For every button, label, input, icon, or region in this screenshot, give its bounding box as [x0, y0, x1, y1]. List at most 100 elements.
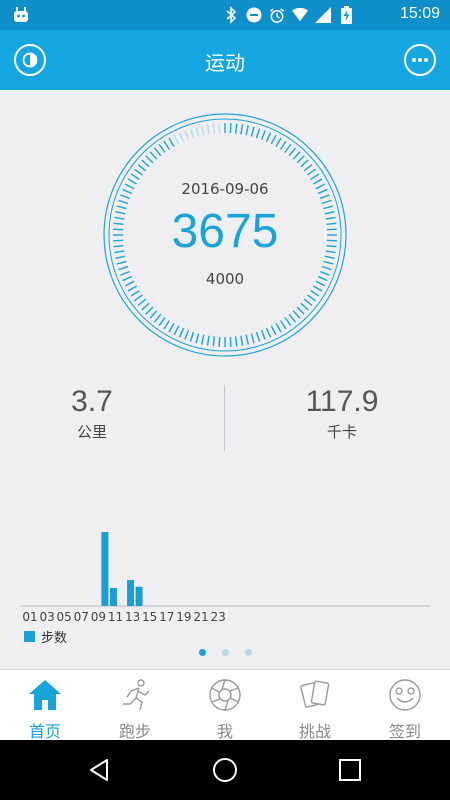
ring-tick-filled	[255, 331, 261, 342]
ring-tick-filled	[141, 302, 150, 311]
ring-tick-filled	[279, 140, 287, 150]
chart-bar[interactable]	[135, 586, 143, 606]
ring-tick-filled	[260, 130, 266, 141]
home-circle-icon[interactable]	[211, 756, 239, 784]
distance-stat: 3.7 公里	[22, 385, 162, 442]
ring-tick-filled	[141, 159, 150, 168]
step-goal: 4000	[205, 270, 245, 288]
battery-charging-icon	[338, 6, 354, 24]
ring-tick-filled	[234, 336, 238, 347]
ring-tick-filled	[250, 126, 255, 137]
ring-tick-filled	[173, 325, 180, 336]
chart-bar[interactable]	[109, 588, 117, 606]
distance-value: 3.7	[71, 385, 113, 418]
tab-me-label: 我	[216, 722, 233, 741]
ring-tick-filled	[245, 334, 249, 345]
ring-tick-filled	[288, 147, 297, 157]
ring-tick-filled	[250, 333, 255, 344]
chart-plot: 01 03 05 07 09 11 13 15 17 19 21 23	[20, 532, 430, 624]
calories-unit: 千卡	[326, 423, 357, 441]
page-dot[interactable]	[221, 649, 229, 656]
ring-tick-filled	[133, 168, 143, 176]
bottom-tab-bar: 首页 跑步 我 挑战 签到	[0, 669, 450, 741]
ring-tick-empty	[218, 123, 221, 134]
ring-tick-filled	[245, 125, 249, 136]
ring-tick-filled	[255, 128, 261, 139]
page-dot[interactable]	[244, 649, 252, 656]
ring-tick-filled	[195, 333, 200, 344]
page-indicator	[0, 649, 450, 659]
ring-tick-filled	[284, 317, 292, 327]
tab-me[interactable]: 我	[180, 670, 270, 741]
ring-tick-filled	[265, 132, 272, 143]
chart-legend: 步数	[24, 628, 67, 646]
ring-tick-filled	[229, 123, 232, 134]
android-notification-icon	[14, 7, 28, 22]
tab-running-label: 跑步	[118, 722, 151, 741]
ring-tick-filled	[145, 306, 154, 315]
ring-tick-empty	[178, 132, 185, 143]
x-tick-label: 19	[176, 610, 191, 624]
x-tick-label: 09	[91, 610, 106, 624]
ring-tick-filled	[292, 310, 301, 319]
ring-tick-filled	[153, 313, 162, 323]
ring-tick-filled	[300, 302, 309, 311]
ring-tick-filled	[275, 137, 282, 148]
signal-icon	[315, 6, 331, 24]
chart-bar[interactable]	[101, 532, 109, 606]
smiley-icon	[389, 679, 421, 711]
tab-challenge[interactable]: 挑战	[270, 670, 360, 741]
ring-tick-filled	[168, 322, 175, 333]
ring-tick-filled	[310, 173, 320, 181]
hourly-steps-chart[interactable]: 01 03 05 07 09 11 13 15 17 19 21 23 步数	[0, 490, 450, 650]
back-icon[interactable]	[86, 756, 114, 784]
ring-tick-empty	[173, 134, 180, 145]
ring-tick-filled	[307, 168, 317, 176]
ring-tick-filled	[137, 298, 147, 307]
x-tick-label: 21	[193, 610, 208, 624]
ring-tick-filled	[163, 320, 171, 330]
tab-checkin[interactable]: 签到	[360, 670, 450, 741]
ring-tick-filled	[229, 336, 232, 347]
x-tick-label: 07	[74, 610, 89, 624]
tab-running[interactable]: 跑步	[90, 670, 180, 741]
ring-tick-filled	[296, 306, 305, 315]
ring-tick-filled	[300, 159, 309, 168]
ring-tick-filled	[240, 124, 244, 135]
tab-challenge-label: 挑战	[298, 722, 331, 741]
recents-icon[interactable]	[336, 756, 364, 784]
cards-icon	[300, 680, 330, 708]
chart-bar[interactable]	[127, 580, 135, 606]
ring-tick-filled	[303, 163, 313, 172]
ring-tick-filled	[178, 327, 185, 338]
ring-tick-filled	[240, 335, 244, 346]
ring-tick-filled	[212, 336, 216, 347]
ring-tick-filled	[323, 260, 334, 265]
tab-home-label: 首页	[28, 722, 61, 741]
ring-tick-filled	[284, 143, 292, 153]
ring-tick-filled	[130, 173, 140, 181]
ring-tick-filled	[149, 310, 158, 319]
page-dot[interactable]	[198, 649, 206, 656]
ring-tick-empty	[189, 128, 195, 139]
tab-checkin-label: 签到	[388, 722, 421, 741]
ring-tick-filled	[201, 334, 205, 345]
ring-tick-filled	[270, 134, 277, 145]
ring-tick-filled	[307, 294, 317, 302]
more-button[interactable]	[404, 44, 436, 76]
ring-tick-filled	[265, 327, 272, 338]
ring-tick-empty	[184, 130, 190, 141]
ring-tick-filled	[288, 313, 297, 323]
x-tick-label: 17	[159, 610, 174, 624]
ring-tick-filled	[133, 294, 143, 302]
stats-divider	[224, 385, 225, 451]
x-tick-label: 15	[142, 610, 157, 624]
bluetooth-icon	[223, 6, 239, 24]
ring-tick-filled	[137, 163, 147, 172]
ring-tick-filled	[189, 331, 195, 342]
home-icon	[29, 680, 61, 710]
ring-tick-filled	[130, 289, 140, 297]
ring-tick-filled	[234, 123, 238, 134]
x-tick-label: 13	[125, 610, 140, 624]
tab-home[interactable]: 首页	[0, 670, 90, 741]
